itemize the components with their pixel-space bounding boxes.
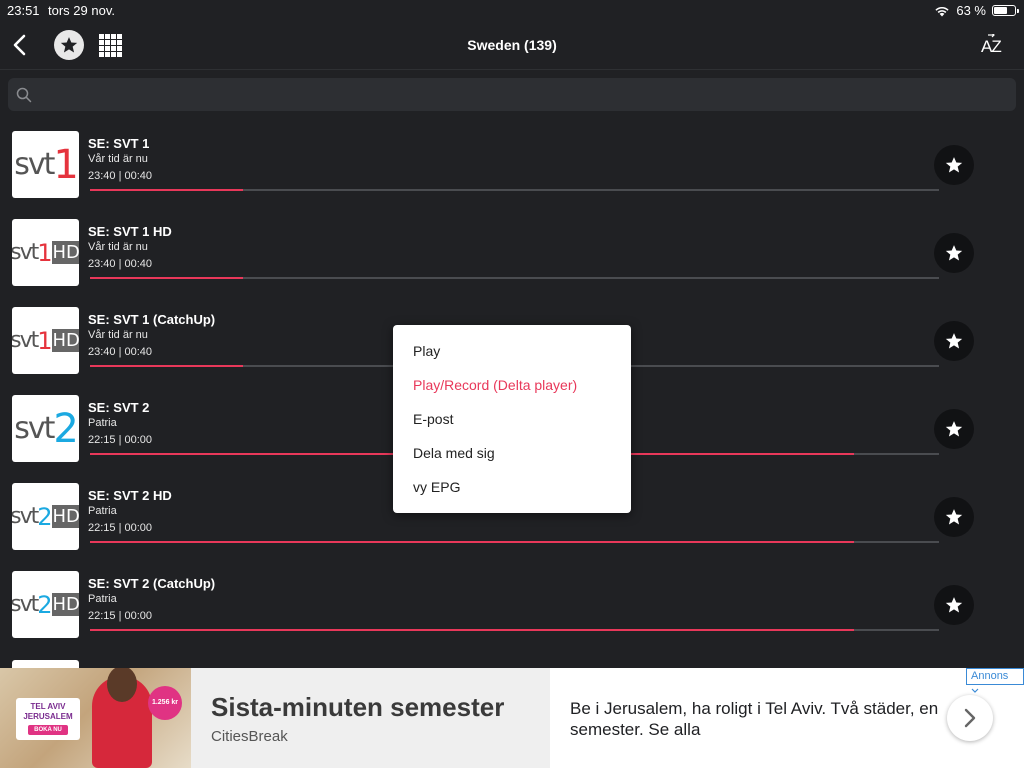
ad-label[interactable]: Annons bbox=[966, 668, 1024, 693]
channel-logo-text: svt bbox=[14, 147, 55, 182]
channel-time: 22:15 | 00:00 bbox=[88, 434, 153, 446]
favorite-button[interactable] bbox=[934, 497, 974, 537]
channel-logo-text: svt bbox=[12, 504, 39, 529]
star-icon bbox=[945, 157, 963, 173]
favorite-button[interactable] bbox=[934, 233, 974, 273]
status-date: tors 29 nov. bbox=[48, 3, 115, 18]
ad-title-panel[interactable]: Sista-minuten semester CitiesBreak bbox=[191, 668, 550, 768]
channel-logo-number: 1 bbox=[37, 326, 52, 355]
channel-time: 23:40 | 00:40 bbox=[88, 346, 153, 358]
channel-logo-text: svt bbox=[12, 592, 39, 617]
channel-program: Vår tid är nu bbox=[88, 153, 148, 165]
channel-name: SE: SVT 1 HD bbox=[88, 224, 172, 239]
channel-time: 23:40 | 00:40 bbox=[88, 258, 153, 270]
favorite-button[interactable] bbox=[934, 409, 974, 449]
program-progress-fill bbox=[90, 277, 243, 279]
channel-logo-number: 2 bbox=[53, 405, 78, 452]
channel-logo-hd: HD bbox=[51, 329, 79, 352]
menu-item-email[interactable]: E-post bbox=[393, 402, 631, 436]
star-icon bbox=[945, 597, 963, 613]
ad-source: CitiesBreak bbox=[211, 728, 288, 745]
channel-logo-hd: HD bbox=[51, 241, 79, 264]
ad-banner[interactable]: TEL AVIV JERUSALEM BOKA NU 1.256 kr Sist… bbox=[0, 668, 1024, 768]
channel-logo: svt 1 bbox=[12, 131, 79, 198]
sort-az-icon: AZ bbox=[981, 32, 1002, 56]
ad-image-sign: TEL AVIV JERUSALEM BOKA NU bbox=[16, 698, 80, 740]
star-icon bbox=[945, 509, 963, 525]
channel-program: Patria bbox=[88, 417, 117, 429]
channel-logo: svt 2 HD bbox=[12, 571, 79, 638]
search-input[interactable] bbox=[42, 78, 1002, 111]
wifi-icon bbox=[935, 6, 949, 16]
ad-image[interactable]: TEL AVIV JERUSALEM BOKA NU 1.256 kr bbox=[0, 668, 191, 768]
channel-program: Patria bbox=[88, 593, 117, 605]
star-icon bbox=[945, 245, 963, 261]
chevron-down-icon bbox=[971, 688, 979, 693]
nav-bar: Sweden (139) AZ bbox=[0, 20, 1024, 70]
channel-logo: svt 2 bbox=[12, 395, 79, 462]
channel-logo-number: 2 bbox=[37, 502, 52, 531]
channel-logo-text: svt bbox=[12, 328, 39, 353]
channel-time: 23:40 | 00:40 bbox=[88, 170, 153, 182]
program-progress bbox=[90, 189, 939, 191]
channel-time: 22:15 | 00:00 bbox=[88, 522, 153, 534]
program-progress bbox=[90, 629, 939, 631]
program-progress-fill bbox=[90, 189, 243, 191]
channel-name: SE: SVT 2 bbox=[88, 400, 150, 415]
sort-az-button[interactable]: AZ bbox=[980, 32, 1004, 61]
star-icon bbox=[945, 333, 963, 349]
channel-name: SE: SVT 1 (CatchUp) bbox=[88, 312, 216, 327]
program-progress bbox=[90, 541, 939, 543]
channel-logo-text: svt bbox=[14, 411, 55, 446]
menu-item-play[interactable]: Play bbox=[393, 334, 631, 368]
channel-logo: svt 1 HD bbox=[12, 219, 79, 286]
channel-logo-number: 2 bbox=[37, 590, 52, 619]
status-right: 63 % bbox=[934, 3, 1019, 18]
favorite-button[interactable] bbox=[934, 145, 974, 185]
menu-item-play-record[interactable]: Play/Record (Delta player) bbox=[393, 368, 631, 402]
channel-logo: svt 2 HD bbox=[12, 483, 79, 550]
channel-program: Vår tid är nu bbox=[88, 329, 148, 341]
battery-percent: 63 % bbox=[956, 3, 986, 18]
svg-text:AZ: AZ bbox=[981, 37, 1001, 56]
menu-item-epg[interactable]: vy EPG bbox=[393, 470, 631, 504]
channel-row[interactable]: svt 1 HD SE: SVT 1 HD Vår tid är nu 23:40 | 0… bbox=[0, 208, 1024, 296]
program-progress-fill bbox=[90, 365, 243, 367]
channel-logo-number: 1 bbox=[37, 238, 52, 267]
ad-image-cta: BOKA NU bbox=[28, 725, 68, 735]
chevron-right-icon bbox=[964, 708, 976, 728]
channel-logo-hd: HD bbox=[51, 505, 79, 528]
program-progress bbox=[90, 277, 939, 279]
page-title: Sweden (139) bbox=[467, 37, 557, 53]
star-icon bbox=[945, 421, 963, 437]
program-progress-fill bbox=[90, 629, 855, 631]
channel-logo-text: svt bbox=[12, 240, 39, 265]
ad-headline[interactable]: Sista-minuten semester bbox=[211, 692, 504, 723]
search-icon bbox=[16, 87, 32, 103]
channel-logo-hd: HD bbox=[51, 593, 79, 616]
status-time: 23:51 bbox=[7, 3, 40, 18]
channel-program: Vår tid är nu bbox=[88, 241, 148, 253]
channel-time: 22:15 | 00:00 bbox=[88, 610, 153, 622]
channel-name: SE: SVT 2 HD bbox=[88, 488, 172, 503]
ad-description[interactable]: Be i Jerusalem, ha roligt i Tel Aviv. Tv… bbox=[570, 698, 940, 740]
channel-program: Patria bbox=[88, 505, 117, 517]
program-progress-fill bbox=[90, 541, 855, 543]
ad-image-price: 1.256 kr bbox=[148, 686, 182, 720]
channel-logo: svt 1 HD bbox=[12, 307, 79, 374]
favorite-button[interactable] bbox=[934, 585, 974, 625]
channel-logo-partial bbox=[12, 660, 79, 668]
status-bar: 23:51 tors 29 nov. 63 % bbox=[0, 0, 1024, 20]
search-bar[interactable] bbox=[8, 78, 1016, 111]
channel-logo-number: 1 bbox=[53, 141, 78, 188]
channel-row[interactable]: svt 2 HD SE: SVT 2 (CatchUp) Patria 22:15 | 0… bbox=[0, 560, 1024, 648]
channel-name: SE: SVT 2 (CatchUp) bbox=[88, 576, 216, 591]
context-menu: Play Play/Record (Delta player) E-post D… bbox=[393, 325, 631, 513]
menu-item-share[interactable]: Dela med sig bbox=[393, 436, 631, 470]
channel-row[interactable]: svt 1 SE: SVT 1 Vår tid är nu 23:40 | 00:40 bbox=[0, 120, 1024, 208]
favorite-button[interactable] bbox=[934, 321, 974, 361]
ad-next-button[interactable] bbox=[947, 695, 993, 741]
channel-name: SE: SVT 1 bbox=[88, 136, 150, 151]
battery-icon bbox=[992, 5, 1019, 16]
